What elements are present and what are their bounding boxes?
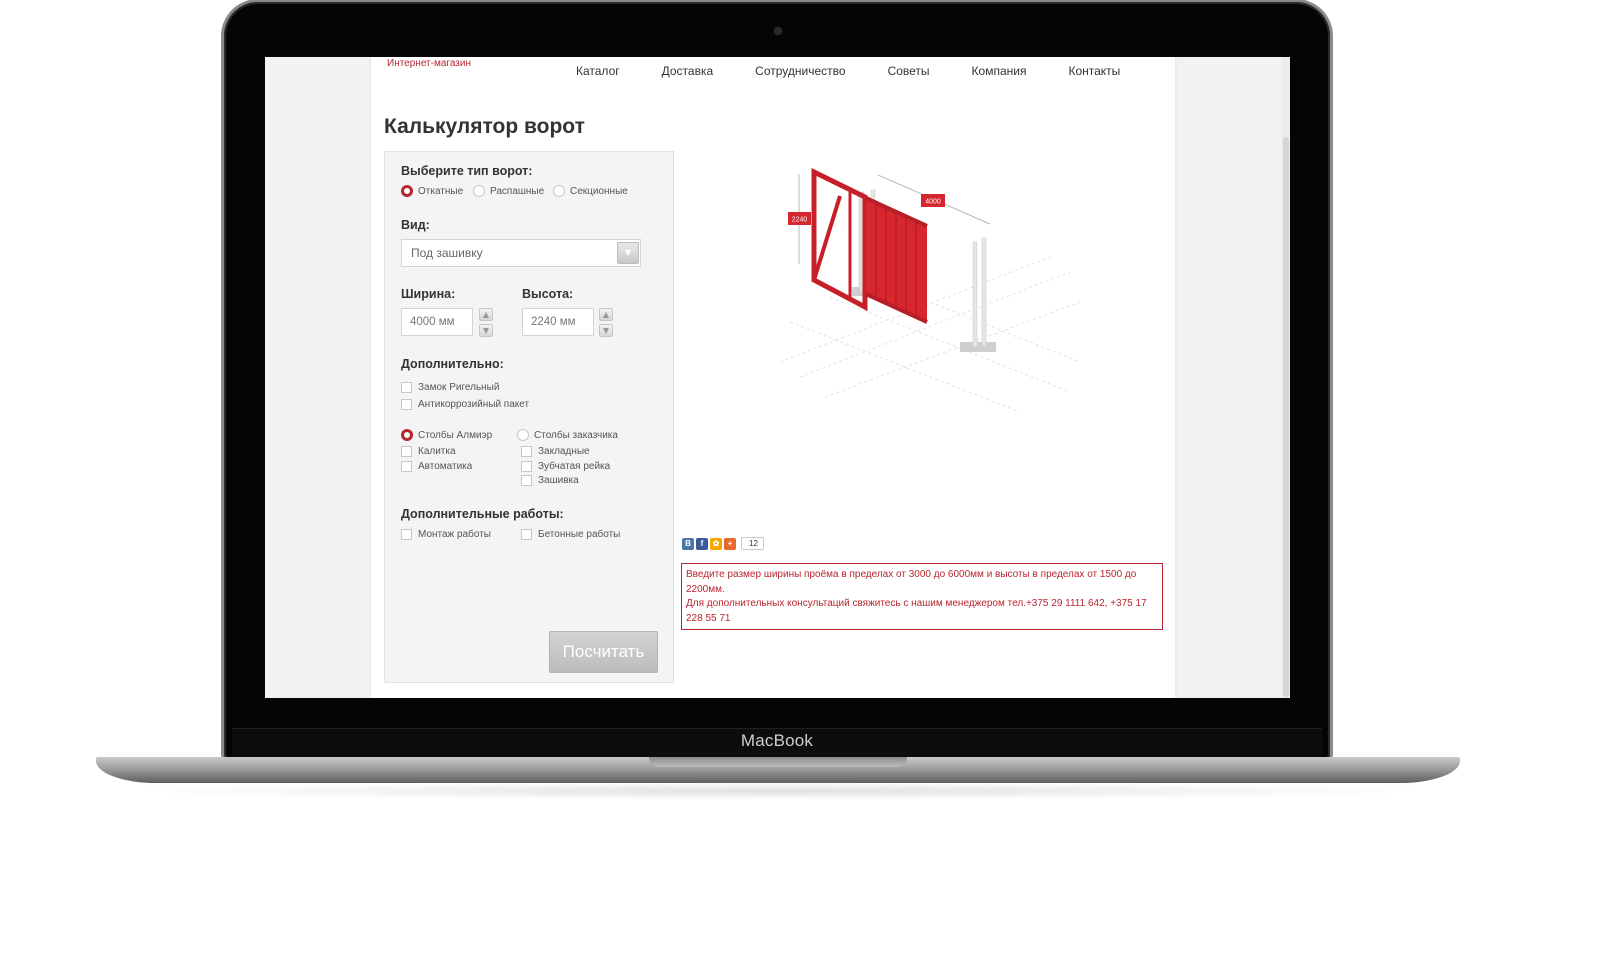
radio-sectional[interactable]: Секционные	[553, 185, 628, 197]
check-automation[interactable]: Автоматика	[401, 461, 472, 472]
width-label: Ширина:	[401, 287, 456, 301]
view-select-value: Под зашивку	[411, 246, 483, 260]
plus-icon[interactable]: +	[724, 537, 736, 550]
right-post-base	[960, 342, 996, 352]
radio-button[interactable]	[473, 185, 485, 197]
checkbox[interactable]	[521, 446, 532, 457]
height-decrement[interactable]: ▼	[599, 324, 613, 337]
width-dimension: 4000	[925, 199, 941, 206]
nav-item-contacts[interactable]: Контакты	[1068, 64, 1120, 78]
checkbox-label: Зубчатая рейка	[538, 461, 611, 472]
checkbox[interactable]	[401, 446, 412, 457]
moimir-icon[interactable]: ✿	[710, 537, 722, 550]
gate-type-label: Выберите тип ворот:	[401, 164, 533, 178]
page-title: Калькулятор ворот	[384, 115, 585, 138]
radio-sliding[interactable]: Откатные	[401, 185, 463, 197]
radio-posts-almir[interactable]: Столбы Алмиэр	[401, 429, 492, 441]
checkbox[interactable]	[521, 529, 532, 540]
checkbox[interactable]	[521, 461, 532, 472]
checkbox-label: Зашивка	[538, 475, 579, 486]
notice-contacts: Для дополнительных консультаций свяжитес…	[686, 598, 1147, 624]
page-container: Интернет-магазин Каталог Доставка Сотруд…	[371, 57, 1175, 698]
nav-item-catalog[interactable]: Каталог	[576, 64, 620, 78]
check-lock[interactable]: Замок Ригельный	[401, 382, 499, 393]
works-label: Дополнительные работы:	[401, 507, 564, 521]
scrollbar-thumb[interactable]	[1283, 137, 1289, 697]
height-dimension: 2240	[792, 217, 808, 224]
nav-item-delivery[interactable]: Доставка	[662, 64, 714, 78]
scrollbar[interactable]	[1282, 57, 1290, 698]
nav-item-advice[interactable]: Советы	[888, 64, 930, 78]
checkbox-label: Бетонные работы	[538, 529, 621, 540]
notice-box: Введите размер ширины проёма в пределах …	[681, 563, 1163, 630]
share-count: 12	[741, 537, 764, 550]
checkbox[interactable]	[401, 461, 412, 472]
share-bar: В f ✿ + 12	[682, 537, 764, 550]
checkbox-label: Антикоррозийный пакет	[418, 399, 530, 410]
camera	[774, 27, 782, 35]
calculate-button[interactable]: Посчитать	[549, 631, 658, 673]
radio-posts-customer[interactable]: Столбы заказчика	[517, 429, 618, 441]
right-post	[972, 241, 978, 348]
radio-button[interactable]	[517, 429, 529, 441]
check-concrete[interactable]: Бетонные работы	[521, 529, 620, 540]
laptop-shadow	[120, 782, 1436, 800]
checkbox[interactable]	[401, 382, 412, 393]
checkbox-label: Замок Ригельный	[418, 382, 500, 393]
checkbox[interactable]	[401, 529, 412, 540]
chevron-down-icon[interactable]: ▼	[617, 242, 639, 264]
nav-item-cooperation[interactable]: Сотрудничество	[755, 64, 845, 78]
radio-button[interactable]	[401, 185, 413, 197]
checkbox-label: Монтаж работы	[418, 529, 491, 540]
check-cladding[interactable]: Зашивка	[521, 475, 579, 486]
nav-item-company[interactable]: Компания	[972, 64, 1027, 78]
radio-label: Секционные	[570, 185, 628, 197]
height-input[interactable]: 2240 мм	[522, 308, 594, 336]
notice-size-range: Введите размер ширины проёма в пределах …	[686, 569, 1137, 595]
radio-label: Откатные	[418, 185, 464, 197]
main-nav: Каталог Доставка Сотрудничество Советы К…	[576, 64, 1162, 78]
radio-label: Распашные	[490, 185, 545, 197]
check-embedded[interactable]: Закладные	[521, 446, 590, 457]
radio-button[interactable]	[401, 429, 413, 441]
width-decrement[interactable]: ▼	[479, 324, 493, 337]
height-increment[interactable]: ▲	[599, 308, 613, 321]
width-increment[interactable]: ▲	[479, 308, 493, 321]
laptop-base-notch	[649, 757, 907, 767]
laptop-brand-label: MacBook	[740, 731, 814, 750]
browser-viewport: Интернет-магазин Каталог Доставка Сотруд…	[265, 57, 1290, 698]
radio-label: Столбы заказчика	[534, 429, 618, 441]
checkbox-label: Закладные	[538, 446, 590, 457]
radio-label: Столбы Алмиэр	[418, 429, 493, 441]
width-input[interactable]: 4000 мм	[401, 308, 473, 336]
vk-icon[interactable]: В	[682, 537, 694, 550]
view-select[interactable]: Под зашивку ▼	[401, 239, 641, 267]
radio-button[interactable]	[553, 185, 565, 197]
height-label: Высота:	[522, 287, 574, 301]
check-installation[interactable]: Монтаж работы	[401, 529, 491, 540]
calculator-form: Выберите тип ворот: Откатные Распашные С…	[384, 151, 674, 683]
checkbox-label: Калитка	[418, 446, 456, 457]
checkbox-label: Автоматика	[418, 461, 473, 472]
checkbox[interactable]	[521, 475, 532, 486]
shop-link[interactable]: Интернет-магазин	[387, 58, 471, 69]
checkbox[interactable]	[401, 399, 412, 410]
check-anticorrosion[interactable]: Антикоррозийный пакет	[401, 399, 529, 410]
check-wicket[interactable]: Калитка	[401, 446, 456, 457]
extra-label: Дополнительно:	[401, 357, 504, 371]
check-gear-rack[interactable]: Зубчатая рейка	[521, 461, 610, 472]
radio-swing[interactable]: Распашные	[473, 185, 544, 197]
facebook-icon[interactable]: f	[696, 537, 708, 550]
view-label: Вид:	[401, 218, 430, 232]
gate-frame	[811, 167, 868, 312]
gate-illustration: 2240 4000	[779, 167, 1081, 412]
